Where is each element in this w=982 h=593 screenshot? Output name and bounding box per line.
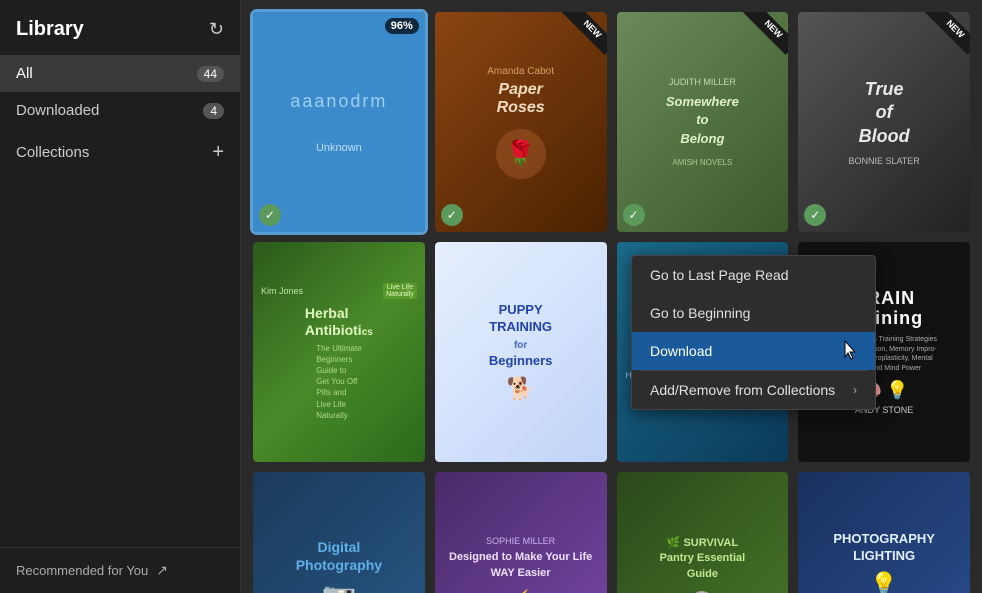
- context-menu-label: Download: [650, 343, 712, 359]
- sidebar-nav: All 44 Downloaded 4 Collections +: [0, 55, 240, 547]
- book-cover: PHOTOGRAPHYLIGHTING 💡 Know-How Tips on S…: [798, 472, 970, 593]
- recommended-footer[interactable]: Recommended for You ↗: [0, 547, 240, 593]
- nav-all-count: 44: [197, 66, 224, 82]
- book-title: aaanodrm: [290, 91, 387, 112]
- cursor-icon: [841, 339, 857, 363]
- book-cover: SOPHIE MILLER Designed to Make Your Life…: [435, 472, 607, 593]
- add-collection-icon[interactable]: +: [212, 141, 224, 164]
- book-tile[interactable]: aaanodrm Unknown 96% ✓: [253, 12, 425, 232]
- book-tile[interactable]: SOPHIE MILLER Designed to Make Your Life…: [435, 472, 607, 593]
- new-badge: NEW: [555, 12, 607, 64]
- sidebar-item-all[interactable]: All 44: [0, 55, 240, 92]
- context-menu-item-collections[interactable]: Add/Remove from Collections ›: [632, 371, 875, 409]
- new-badge: NEW: [918, 12, 970, 64]
- book-tile[interactable]: PUPPYTRAININGforBeginners 🐕: [435, 242, 607, 462]
- context-menu-item-beginning[interactable]: Go to Beginning: [632, 294, 875, 332]
- book-cover: NEW Amanda Cabot PaperRoses 🌹: [435, 12, 607, 232]
- book-tile[interactable]: NEW Amanda Cabot PaperRoses 🌹 ✓: [435, 12, 607, 232]
- book-cover: Kim Jones Live LifeNaturally HerbalAntib…: [253, 242, 425, 462]
- chevron-right-icon: ›: [853, 383, 857, 397]
- check-badge: ✓: [441, 204, 463, 226]
- sidebar-item-downloaded[interactable]: Downloaded 4: [0, 92, 240, 129]
- recommended-label: Recommended for You: [16, 563, 148, 578]
- new-badge: NEW: [736, 12, 788, 64]
- book-tile[interactable]: Kim Jones Live LifeNaturally HerbalAntib…: [253, 242, 425, 462]
- main-content: aaanodrm Unknown 96% ✓ NEW Amanda Cabot …: [241, 0, 982, 593]
- sidebar-item-collections[interactable]: Collections +: [0, 129, 240, 176]
- book-tile[interactable]: NEW TrueofBlood BONNIE SLATER ✓: [798, 12, 970, 232]
- book-cover: NEW TrueofBlood BONNIE SLATER: [798, 12, 970, 232]
- context-menu-item-last-page[interactable]: Go to Last Page Read: [632, 256, 875, 294]
- context-menu-label: Go to Last Page Read: [650, 267, 789, 283]
- context-menu-label: Add/Remove from Collections: [650, 382, 835, 398]
- progress-badge: 96%: [385, 18, 419, 34]
- book-tile[interactable]: DigitalPhotography 📷 COMPLETE GUIDE: [253, 472, 425, 593]
- check-badge: ✓: [259, 204, 281, 226]
- book-tile[interactable]: NEW JUDITH MILLER SomewheretoBelong AMIS…: [617, 12, 789, 232]
- book-cover: NEW JUDITH MILLER SomewheretoBelong AMIS…: [617, 12, 789, 232]
- book-tile[interactable]: 🌿 SURVIVALPantry EssentialGuide 🥫 PREPAR…: [617, 472, 789, 593]
- context-menu: Go to Last Page Read Go to Beginning Dow…: [631, 255, 876, 410]
- refresh-icon[interactable]: ↻: [209, 19, 224, 40]
- book-author: Unknown: [316, 142, 362, 154]
- book-cover: 🌿 SURVIVALPantry EssentialGuide 🥫 PREPAR…: [617, 472, 789, 593]
- book-cover: PUPPYTRAININGforBeginners 🐕: [435, 242, 607, 462]
- book-cover: DigitalPhotography 📷 COMPLETE GUIDE: [253, 472, 425, 593]
- book-tile[interactable]: PHOTOGRAPHYLIGHTING 💡 Know-How Tips on S…: [798, 472, 970, 593]
- nav-downloaded-label: Downloaded: [16, 102, 99, 119]
- library-title: Library: [16, 18, 84, 41]
- collections-label: Collections: [16, 144, 89, 161]
- context-menu-label: Go to Beginning: [650, 305, 750, 321]
- sidebar-header: Library ↻: [0, 0, 240, 55]
- context-menu-item-download[interactable]: Download: [632, 332, 875, 370]
- nav-all-label: All: [16, 65, 33, 82]
- check-badge: ✓: [623, 204, 645, 226]
- book-cover: aaanodrm Unknown: [253, 12, 425, 232]
- external-link-icon: ↗: [156, 562, 168, 579]
- sidebar: Library ↻ All 44 Downloaded 4 Collection…: [0, 0, 241, 593]
- nav-downloaded-count: 4: [203, 103, 224, 119]
